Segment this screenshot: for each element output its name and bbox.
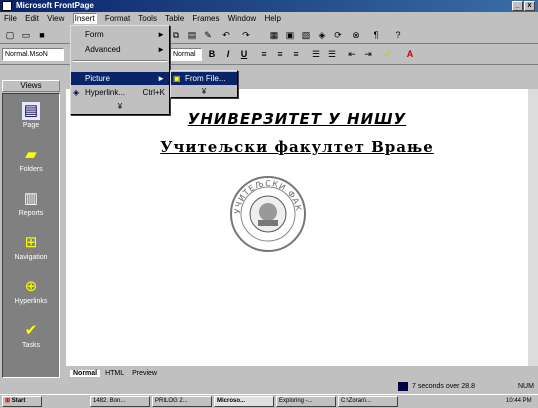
task-item[interactable]: C:\Zoran\... [338, 396, 398, 407]
menu-item-from-file[interactable]: ▣ From File... [171, 72, 237, 85]
hyperlink-icon: ◈ [73, 88, 80, 97]
stop-icon[interactable]: ⊗ [350, 29, 362, 41]
view-tabs: Normal HTML Preview [66, 368, 528, 380]
vertical-scrollbar[interactable] [528, 89, 538, 366]
view-page[interactable]: ▤ Page [3, 102, 59, 129]
help-icon[interactable]: ? [392, 29, 404, 41]
format-painter-icon[interactable]: ✎ [202, 29, 214, 41]
italic-icon[interactable]: I [222, 48, 234, 60]
view-tasks[interactable]: ✔ Tasks [3, 322, 59, 349]
tab-preview[interactable]: Preview [129, 370, 160, 377]
increase-indent-icon[interactable]: ⇥ [362, 48, 374, 60]
faculty-heading: Учитељски факултет Врање [160, 138, 434, 156]
num-lock-indicator: NUM [518, 383, 534, 390]
decrease-indent-icon[interactable]: ⇤ [346, 48, 358, 60]
menu-expand-chevron[interactable]: ¥ [71, 100, 169, 113]
title-bar: Microsoft FrontPage _ x [0, 0, 538, 12]
paragraph-icon[interactable]: ¶ [370, 29, 382, 41]
insert-menu: Form ► Advanced ► Picture ► ◈ Hyperlink.… [70, 25, 170, 115]
task-item[interactable]: Microso... [214, 396, 274, 407]
picture-file-icon: ▣ [173, 74, 181, 83]
numbering-icon[interactable]: ☰ [310, 48, 322, 60]
paste-icon[interactable]: ▤ [186, 29, 198, 41]
taskbar: ⊞ Start 1482. Bon... PRILOG 2... Microso… [0, 394, 538, 407]
font-color-icon[interactable]: A [404, 48, 416, 60]
close-button[interactable]: x [524, 1, 535, 11]
underline-icon[interactable]: U [238, 48, 250, 60]
folder-icon: ▰ [25, 146, 37, 163]
bold-icon[interactable]: B [206, 48, 218, 60]
align-center-icon[interactable]: ≡ [274, 48, 286, 60]
tab-normal[interactable]: Normal [70, 370, 101, 377]
undo-icon[interactable]: ↶ [220, 29, 232, 41]
menu-expand-chevron[interactable]: ¥ [171, 85, 237, 98]
views-bar: ▤ Page ▰ Folders ▥ Reports ⊞ Navigation … [2, 93, 60, 378]
redo-icon[interactable]: ↷ [240, 29, 252, 41]
menu-view[interactable]: View [47, 14, 64, 23]
minimize-button[interactable]: _ [512, 1, 523, 11]
menu-item-hyperlink[interactable]: ◈ Hyperlink... Ctrl+K [71, 86, 169, 99]
faculty-seal-image[interactable]: УЧИТЕЉСКИ ФАКУЛТЕТ [228, 174, 308, 254]
menu-window[interactable]: Window [228, 14, 256, 23]
menu-item-picture[interactable]: Picture ► [71, 72, 169, 85]
task-item[interactable]: Exploring -... [276, 396, 336, 407]
style-combo[interactable]: Normal.MsoN [2, 48, 64, 61]
image-icon[interactable]: ▧ [300, 29, 312, 41]
window-title: Microsoft FrontPage [16, 1, 94, 10]
tab-html[interactable]: HTML [102, 370, 127, 377]
connection-icon [398, 382, 408, 391]
insert-component-icon[interactable]: ▦ [268, 29, 280, 41]
menu-table[interactable]: Table [165, 14, 184, 23]
refresh-icon[interactable]: ⟳ [332, 29, 344, 41]
status-bar: 7 seconds over 28.8 NUM [0, 381, 538, 393]
menu-insert[interactable]: Insert [72, 13, 97, 24]
view-hyperlinks[interactable]: ⊕ Hyperlinks [3, 278, 59, 305]
navigation-icon: ⊞ [24, 234, 38, 251]
frontpage-icon [2, 1, 12, 11]
menu-separator [73, 60, 167, 62]
download-time: 7 seconds over 28.8 [412, 383, 476, 390]
menu-item-advanced[interactable]: Advanced ► [71, 43, 169, 56]
submenu-arrow-icon: ► [157, 30, 165, 39]
submenu-arrow-icon: ► [157, 45, 165, 54]
copy-icon[interactable]: ⧉ [170, 29, 182, 41]
reports-icon: ▥ [23, 190, 39, 207]
menu-file[interactable]: File [4, 14, 17, 23]
open-icon[interactable]: ▭ [20, 29, 32, 41]
new-page-icon[interactable]: ▢ [4, 29, 16, 41]
hyperlinks-icon: ⊕ [24, 278, 38, 295]
save-icon[interactable]: ■ [36, 29, 48, 41]
views-header: Views [2, 80, 60, 92]
picture-submenu: ▣ From File... ¥ [170, 70, 238, 98]
view-navigation[interactable]: ⊞ Navigation [3, 234, 59, 261]
tasks-icon: ✔ [24, 322, 38, 339]
menu-item-form[interactable]: Form ► [71, 28, 169, 41]
menu-format[interactable]: Format [105, 14, 130, 23]
windows-logo-icon: ⊞ [5, 398, 11, 404]
menu-tools[interactable]: Tools [138, 14, 157, 23]
bullets-icon[interactable]: ☰ [326, 48, 338, 60]
view-reports[interactable]: ▥ Reports [3, 190, 59, 217]
clock: 10:44 PM [506, 398, 532, 404]
table-icon[interactable]: ▣ [284, 29, 296, 41]
view-folders[interactable]: ▰ Folders [3, 146, 59, 173]
page-view-icon: ▤ [22, 102, 40, 120]
highlight-icon[interactable]: ✐ [382, 48, 394, 60]
menu-edit[interactable]: Edit [25, 14, 39, 23]
submenu-arrow-icon: ► [157, 74, 165, 83]
task-item[interactable]: PRILOG 2... [152, 396, 212, 407]
start-button[interactable]: ⊞ Start [2, 396, 42, 407]
task-item[interactable]: 1482. Bon... [90, 396, 150, 407]
hyperlink-icon[interactable]: ◈ [316, 29, 328, 41]
menu-frames[interactable]: Frames [192, 14, 219, 23]
menu-bar: File Edit View Insert Format Tools Table… [0, 12, 538, 25]
menu-help[interactable]: Help [264, 14, 280, 23]
align-left-icon[interactable]: ≡ [258, 48, 270, 60]
align-right-icon[interactable]: ≡ [290, 48, 302, 60]
font-combo[interactable]: Normal [170, 48, 202, 61]
